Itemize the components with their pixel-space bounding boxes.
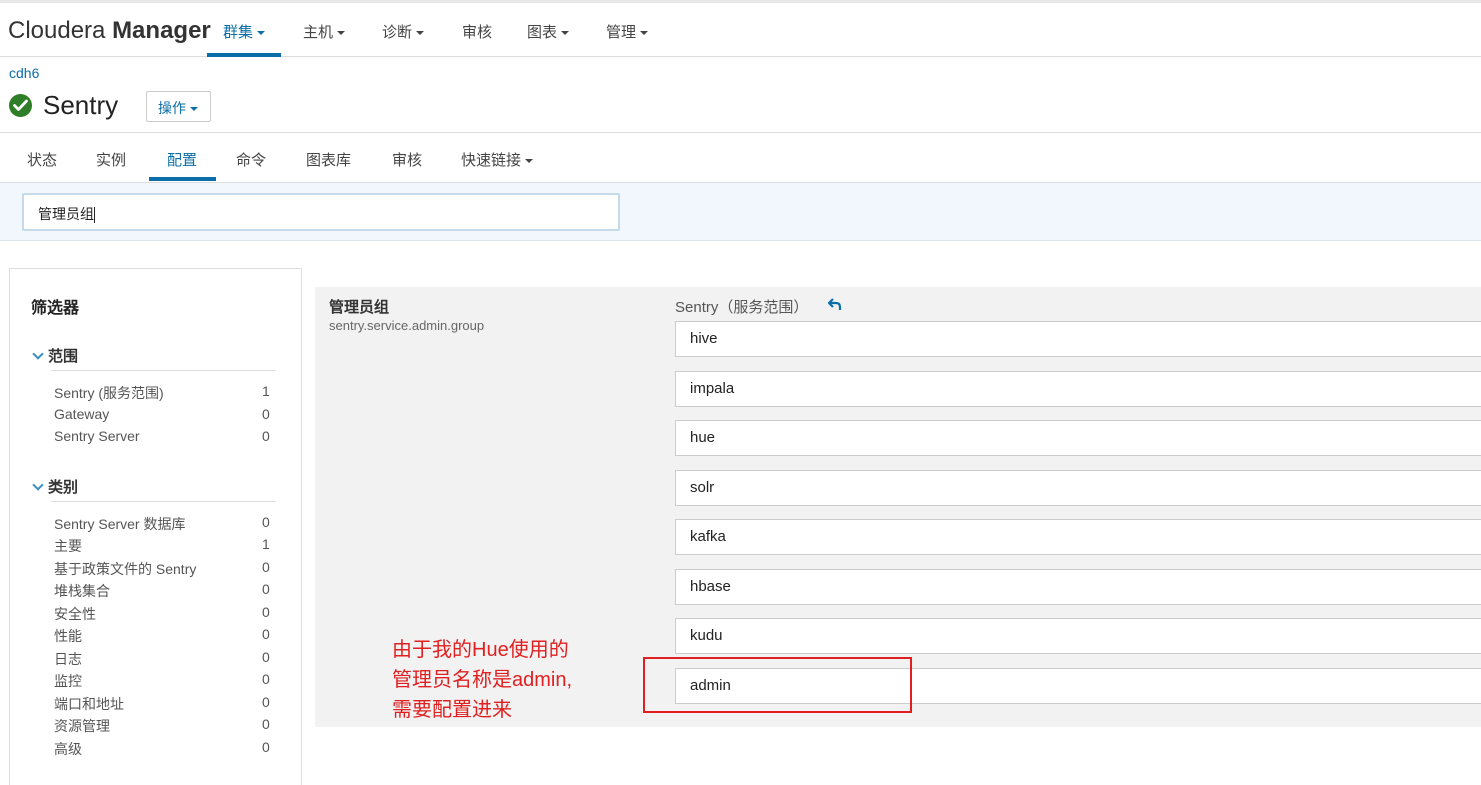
- caret-down-icon: [640, 31, 649, 36]
- brand-bold-text: Manager: [112, 17, 211, 44]
- property-display-name: 管理员组: [329, 299, 390, 316]
- filter-section-category[interactable]: 类别: [31, 476, 78, 497]
- filter-item[interactable]: 监控: [54, 671, 82, 691]
- filter-section-scope-label: 范围: [48, 348, 79, 365]
- admin-group-value-field[interactable]: impala: [675, 371, 1481, 407]
- filter-title: 筛选器: [31, 300, 80, 317]
- filter-item[interactable]: 堆栈集合: [54, 581, 110, 601]
- divider: [51, 370, 276, 371]
- nav-diagnostics[interactable]: 诊断: [382, 21, 425, 57]
- filter-item-count: 0: [262, 514, 270, 530]
- nav-administration-label: 管理: [606, 24, 637, 41]
- caret-down-icon: [190, 107, 198, 112]
- active-tab-indicator: [149, 177, 216, 181]
- filter-item[interactable]: 日志: [54, 649, 82, 669]
- actions-button-label: 操作: [158, 100, 186, 116]
- filter-item-count: 0: [262, 694, 270, 710]
- filter-item[interactable]: 性能: [54, 626, 82, 646]
- service-tabs: 状态 实例 配置 命令 图表库 审核 快速链接: [0, 132, 1481, 183]
- nav-administration[interactable]: 管理: [606, 21, 649, 57]
- annotation-highlight-box: [643, 657, 912, 713]
- nav-audits[interactable]: 审核: [462, 21, 492, 57]
- filter-item-count: 0: [262, 581, 270, 597]
- tab-configuration[interactable]: 配置: [167, 149, 197, 170]
- admin-group-value-field[interactable]: hue: [675, 420, 1481, 456]
- tab-quick-links[interactable]: 快速链接: [461, 149, 534, 170]
- nav-charts-label: 图表: [527, 24, 558, 41]
- nav-charts[interactable]: 图表: [527, 21, 570, 57]
- tab-status[interactable]: 状态: [27, 149, 57, 170]
- chevron-down-icon: [32, 348, 44, 360]
- caret-down-icon: [337, 31, 346, 36]
- admin-group-value-field[interactable]: kudu: [675, 618, 1481, 654]
- filter-item[interactable]: Gateway: [54, 406, 109, 422]
- filter-item-count: 0: [262, 649, 270, 665]
- nav-hosts-label: 主机: [303, 24, 334, 41]
- filter-item[interactable]: 安全性: [54, 604, 96, 624]
- filter-item-count: 0: [262, 428, 270, 444]
- nav-clusters[interactable]: 群集: [207, 21, 282, 57]
- filter-item[interactable]: 基于政策文件的 Sentry: [54, 559, 196, 579]
- nav-audits-label: 审核: [462, 24, 493, 41]
- caret-down-icon: [416, 31, 425, 36]
- filter-item[interactable]: Sentry Server: [54, 428, 140, 444]
- filter-item-count: 0: [262, 406, 270, 422]
- filter-item[interactable]: 端口和地址: [54, 694, 124, 714]
- annotation-line: 管理员名称是admin,: [392, 669, 573, 691]
- filter-item-count: 1: [262, 383, 270, 399]
- property-key: sentry.service.admin.group: [329, 318, 485, 333]
- filter-item-count: 0: [262, 716, 270, 732]
- filter-section-scope[interactable]: 范围: [31, 345, 78, 366]
- filter-item-count: 0: [262, 671, 270, 687]
- divider: [51, 501, 276, 502]
- service-title: Sentry: [43, 90, 119, 120]
- reset-to-default-icon[interactable]: [827, 297, 843, 316]
- filter-item[interactable]: 主要: [54, 536, 82, 556]
- chevron-down-icon: [32, 479, 44, 491]
- nav-diagnostics-label: 诊断: [382, 24, 413, 41]
- filter-item[interactable]: 资源管理: [54, 716, 110, 736]
- tab-commands[interactable]: 命令: [236, 149, 266, 170]
- caret-down-icon: [525, 159, 534, 164]
- filter-item-count: 0: [262, 626, 270, 642]
- filter-item-count: 1: [262, 536, 270, 552]
- admin-group-value-field[interactable]: solr: [675, 470, 1481, 506]
- tab-charts-library[interactable]: 图表库: [306, 149, 351, 170]
- text-cursor: [94, 207, 95, 224]
- admin-group-value-field[interactable]: hbase: [675, 569, 1481, 605]
- brand-light-text: Cloudera: [8, 17, 113, 44]
- tab-instances[interactable]: 实例: [96, 149, 126, 170]
- search-input-value: 管理员组: [38, 206, 94, 222]
- annotation-line: 需要配置进来: [392, 699, 512, 721]
- status-ok-icon: [9, 94, 32, 117]
- property-scope: Sentry（服务范围）: [675, 299, 809, 316]
- brand-logo[interactable]: Cloudera Manager: [8, 17, 211, 45]
- tab-audits[interactable]: 审核: [392, 149, 422, 170]
- admin-group-value-field[interactable]: kafka: [675, 519, 1481, 555]
- filter-item[interactable]: 高级: [54, 739, 82, 759]
- top-navbar: Cloudera Manager 群集 主机 诊断 审核 图表 管理: [0, 0, 1481, 57]
- filter-item-count: 0: [262, 604, 270, 620]
- admin-group-value-field[interactable]: hive: [675, 321, 1481, 357]
- filter-item[interactable]: Sentry Server 数据库: [54, 514, 185, 534]
- filter-section-category-label: 类别: [48, 479, 79, 496]
- tab-quick-links-label: 快速链接: [461, 152, 522, 169]
- actions-button[interactable]: 操作: [146, 91, 211, 122]
- filter-item[interactable]: Sentry (服务范围): [54, 383, 164, 403]
- nav-hosts[interactable]: 主机: [303, 21, 346, 57]
- caret-down-icon: [257, 31, 266, 36]
- filter-item-count: 0: [262, 559, 270, 575]
- breadcrumb-cluster[interactable]: cdh6: [9, 65, 39, 81]
- caret-down-icon: [561, 31, 570, 36]
- nav-clusters-label: 群集: [223, 24, 254, 41]
- annotation-line: 由于我的Hue使用的: [392, 639, 569, 661]
- filter-item-count: 0: [262, 739, 270, 755]
- config-search-input[interactable]: 管理员组: [22, 193, 620, 231]
